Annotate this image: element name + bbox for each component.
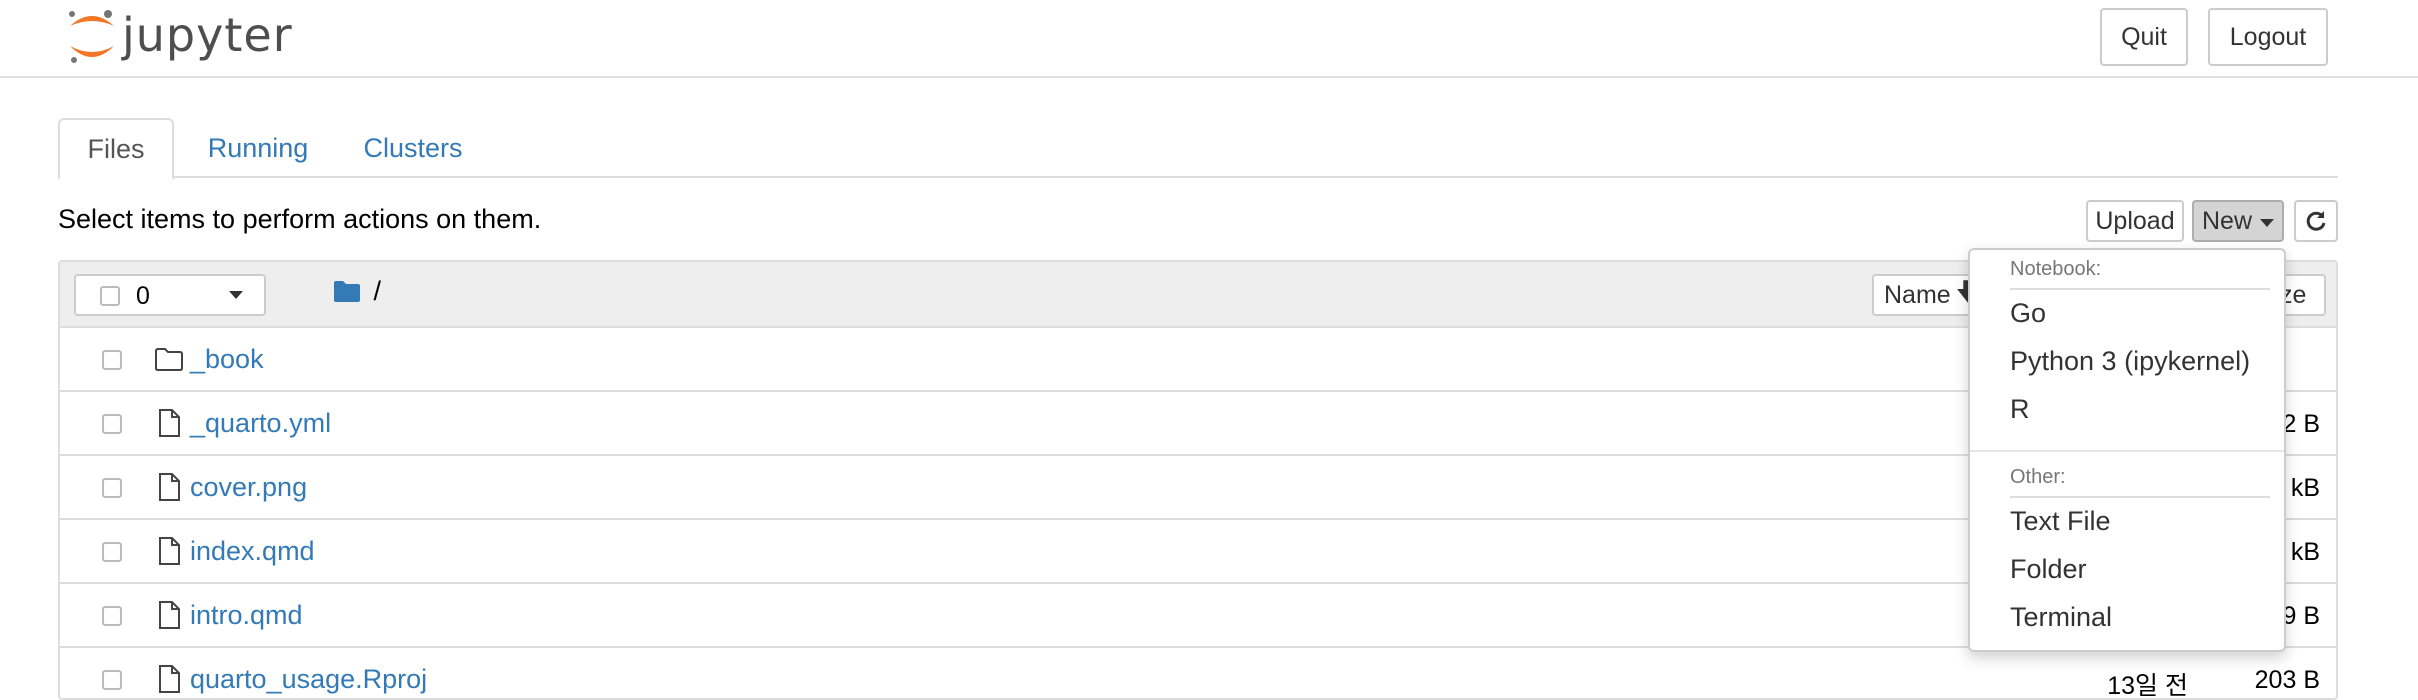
file-name-link[interactable]: index.qmd [190,536,315,567]
tab-files[interactable]: Files [58,118,174,180]
logout-button[interactable]: Logout [2208,8,2328,66]
new-button-label: New [2201,206,2252,235]
refresh-button[interactable] [2294,200,2338,242]
brand-text: jupyter [122,8,293,62]
jupyter-logo[interactable]: jupyter [64,6,292,68]
section-underline [2010,288,2270,290]
folder-icon [334,281,360,302]
other-section-header: Other: [2010,466,2066,488]
file-name-link[interactable]: intro.qmd [190,600,303,631]
notebook-section-header: Notebook: [2010,258,2102,280]
menu-item-folder[interactable]: Folder [2010,554,2087,585]
top-header: jupyter Quit Logout [0,0,2418,78]
file-icon [159,473,180,501]
menu-item-python3[interactable]: Python 3 (ipykernel) [2010,346,2250,377]
tab-bar: Files Running Clusters [58,118,2338,180]
tab-clusters[interactable]: Clusters [348,118,478,178]
tab-running[interactable]: Running [188,118,328,178]
section-underline [2010,496,2270,498]
caret-down-icon [2260,219,2274,227]
breadcrumb[interactable]: / [334,276,381,307]
jupyter-logo-icon [69,10,114,63]
row-checkbox[interactable] [102,350,122,370]
row-checkbox[interactable] [102,414,122,434]
file-size: 203 B [2254,666,2320,694]
file-icon [159,665,180,693]
menu-item-text-file[interactable]: Text File [2010,506,2111,537]
menu-item-go[interactable]: Go [2010,298,2046,329]
folder-outline-icon [155,348,183,371]
row-checkbox[interactable] [102,606,122,626]
sort-name-button[interactable]: Name 🡇 [1872,274,1982,316]
row-checkbox[interactable] [102,670,122,690]
new-dropdown-menu: Notebook: Go Python 3 (ipykernel) R Othe… [1968,248,2286,652]
file-size: kB [2290,474,2320,502]
select-all-checkbox[interactable] [100,286,120,306]
file-size: 2 B [2282,410,2320,438]
caret-down-icon [229,291,243,299]
menu-divider [1970,450,2284,452]
list-item[interactable]: quarto_usage.Rproj 13일 전 203 B [60,648,2336,700]
sort-name-label: Name [1884,280,1951,309]
selected-count: 0 [136,282,150,310]
menu-item-terminal[interactable]: Terminal [2010,602,2112,633]
file-modified-date: 13일 전 [2107,672,2188,700]
quit-button[interactable]: Quit [2100,8,2188,66]
file-name-link[interactable]: _book [190,344,264,375]
file-icon [159,537,180,565]
refresh-icon [2306,211,2326,231]
selection-hint: Select items to perform actions on them. [58,204,542,234]
new-dropdown-button[interactable]: New [2192,200,2284,242]
file-icon [159,601,180,629]
file-icon [159,409,180,437]
file-size: kB [2290,538,2320,566]
breadcrumb-path: / [373,276,382,306]
select-all-box[interactable]: 0 [74,274,224,316]
row-checkbox[interactable] [102,478,122,498]
upload-button[interactable]: Upload [2086,200,2184,242]
file-name-link[interactable]: cover.png [190,472,307,503]
file-size: 9 B [2282,602,2320,630]
select-menu-button[interactable] [208,274,266,316]
file-name-link[interactable]: _quarto.yml [190,408,331,439]
row-checkbox[interactable] [102,542,122,562]
menu-item-r[interactable]: R [2010,394,2030,425]
